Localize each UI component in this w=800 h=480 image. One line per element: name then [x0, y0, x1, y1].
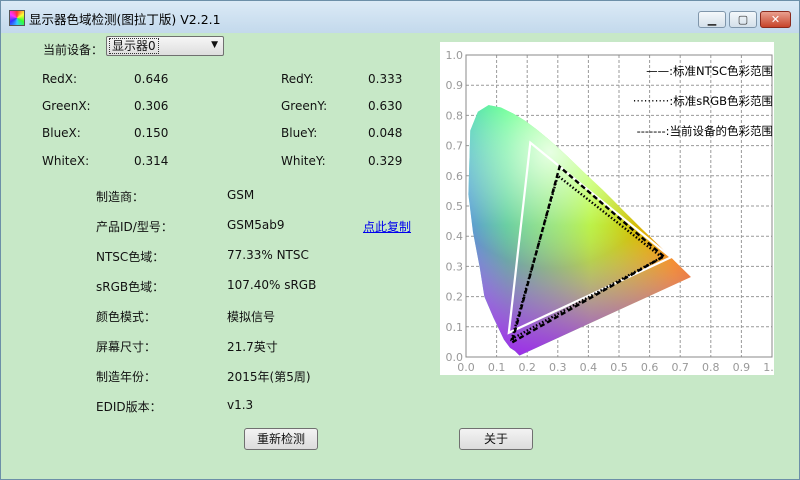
chevron-down-icon[interactable]: ▼ — [211, 40, 218, 50]
gamut-chart-svg: 0.00.10.20.30.40.50.60.70.80.91.00.00.10… — [446, 49, 781, 374]
info-key: 制造商： — [96, 190, 145, 204]
coord-key: RedX: — [42, 72, 78, 86]
x-tick-label: 0.4 — [580, 361, 598, 374]
info-value: 21.7英寸 — [227, 340, 278, 354]
info-key: 颜色模式： — [96, 310, 157, 324]
x-tick-label: 0.3 — [549, 361, 567, 374]
info-key: 制造年份： — [96, 370, 157, 384]
copy-link[interactable]: 点此复制 — [363, 218, 411, 235]
y-tick-label: 0.8 — [446, 109, 464, 122]
x-tick-label: 0.1 — [488, 361, 506, 374]
coord-value: 0.333 — [368, 72, 403, 86]
y-tick-label: 1.0 — [446, 49, 464, 62]
minimize-button[interactable]: ▁ — [698, 11, 726, 28]
y-tick-label: 0.3 — [446, 260, 464, 273]
info-key: 屏幕尺寸： — [96, 340, 157, 354]
y-tick-label: 0.7 — [446, 140, 464, 153]
gamut-chart: 0.00.10.20.30.40.50.60.70.80.91.00.00.10… — [440, 42, 781, 375]
device-select-value: 显示器0 — [109, 38, 159, 54]
coord-value: 0.314 — [134, 154, 169, 168]
chart-legend: ——:标准NTSC色彩范围 ··········:标准sRGB色彩范围 ------… — [633, 64, 773, 138]
coord-value: 0.150 — [134, 126, 169, 140]
info-value: 模拟信号 — [227, 310, 276, 324]
coord-key: RedY: — [281, 72, 314, 86]
close-button[interactable]: ✕ — [760, 11, 791, 28]
coord-key: WhiteY: — [281, 154, 326, 168]
coord-value: 0.329 — [368, 154, 403, 168]
coord-value: 0.048 — [368, 126, 403, 140]
legend-entry: -------:当前设备的色彩范围 — [637, 124, 773, 138]
x-tick-label: 0.5 — [610, 361, 628, 374]
coord-value: 0.306 — [134, 99, 169, 113]
y-tick-label: 0.2 — [446, 291, 464, 304]
info-value: GSM5ab9 — [227, 218, 285, 232]
maximize-button[interactable]: ▢ — [729, 11, 757, 28]
x-tick-label: 0.6 — [641, 361, 659, 374]
info-value: v1.3 — [227, 398, 254, 412]
title-bar[interactable]: 显示器色域检测(图拉丁版) V2.2.1 ▁ ▢ ✕ — [1, 1, 799, 33]
info-key: EDID版本： — [96, 400, 162, 414]
coord-key: GreenY: — [281, 99, 328, 113]
y-tick-label: 0.0 — [446, 351, 464, 364]
y-tick-label: 0.6 — [446, 170, 464, 183]
coord-value: 0.630 — [368, 99, 403, 113]
app-icon — [9, 10, 25, 26]
y-tick-label: 0.1 — [446, 321, 464, 334]
device-select[interactable]: 显示器0 ▼ — [106, 36, 224, 56]
info-key: NTSC色域： — [96, 250, 165, 264]
x-tick-label: 0.9 — [733, 361, 751, 374]
coord-key: BlueX: — [42, 126, 81, 140]
y-tick-label: 0.5 — [446, 200, 464, 213]
about-button[interactable]: 关于 — [459, 428, 533, 450]
x-tick-label: 1.0 — [763, 361, 774, 374]
coord-value: 0.646 — [134, 72, 169, 86]
info-value: 77.33% NTSC — [227, 248, 309, 262]
window-title: 显示器色域检测(图拉丁版) V2.2.1 — [29, 12, 221, 27]
x-tick-label: 0.2 — [518, 361, 536, 374]
redetect-button[interactable]: 重新检测 — [244, 428, 318, 450]
info-key: 产品ID/型号： — [96, 220, 173, 234]
legend-entry: ··········:标准sRGB色彩范围 — [633, 94, 773, 108]
info-key: sRGB色域： — [96, 280, 165, 294]
info-value: 2015年(第5周) — [227, 370, 311, 384]
coord-key: BlueY: — [281, 126, 318, 140]
coord-key: GreenX: — [42, 99, 91, 113]
y-tick-label: 0.9 — [446, 79, 464, 92]
x-tick-label: 0.7 — [671, 361, 689, 374]
legend-entry: ——:标准NTSC色彩范围 — [646, 64, 773, 78]
info-value: 107.40% sRGB — [227, 278, 317, 292]
coord-key: WhiteX: — [42, 154, 90, 168]
x-tick-label: 0.8 — [702, 361, 720, 374]
app-window: 显示器色域检测(图拉丁版) V2.2.1 ▁ ▢ ✕ 当前设备： 显示器0 ▼ … — [0, 0, 800, 480]
info-value: GSM — [227, 188, 255, 202]
device-label: 当前设备： — [43, 43, 104, 57]
y-tick-label: 0.4 — [446, 230, 464, 243]
